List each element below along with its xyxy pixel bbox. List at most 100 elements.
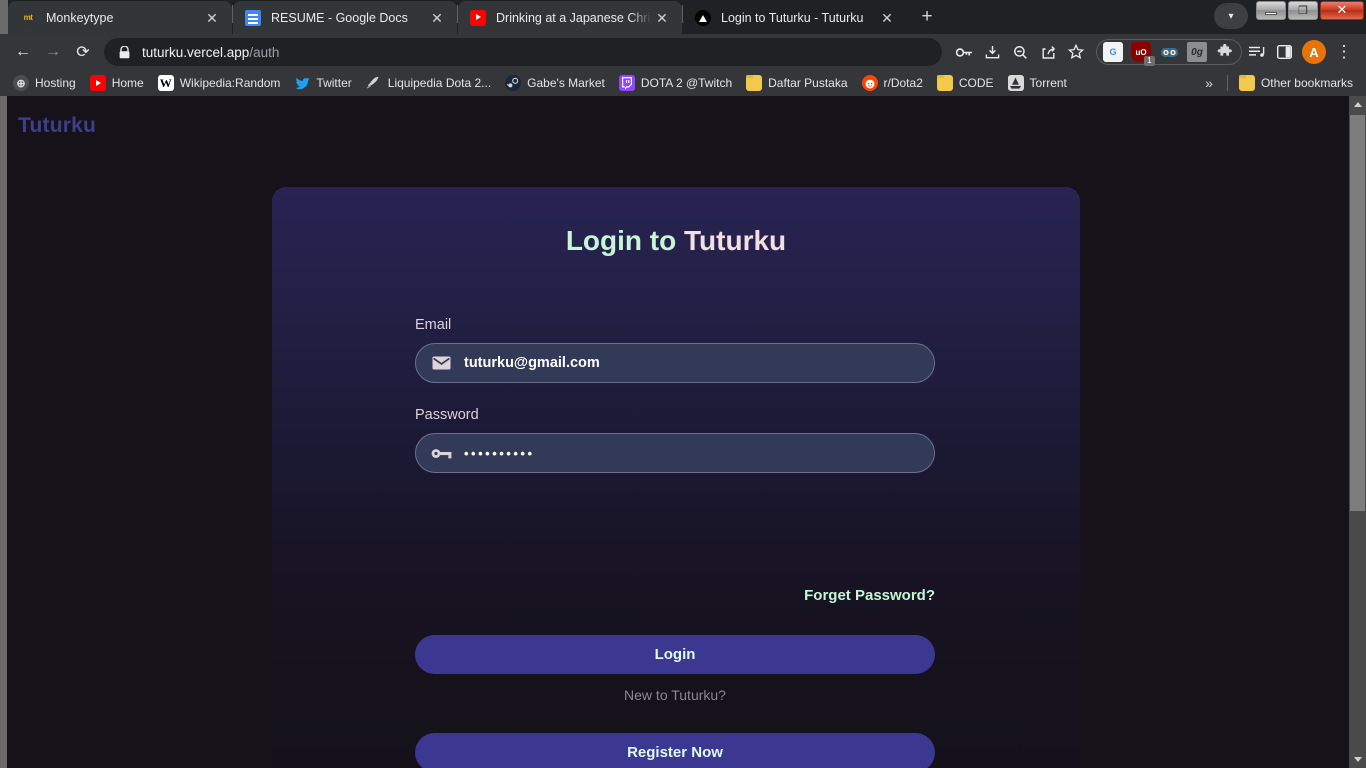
restore-icon: ❐ [1298,4,1308,17]
page-scrollbar[interactable] [1349,96,1366,768]
page-logo[interactable]: Tuturku [18,114,96,138]
address-bar[interactable]: tuturku.vercel.app/auth [104,38,942,66]
profile-avatar[interactable]: A [1302,40,1326,64]
share-icon[interactable] [1034,38,1062,66]
url-host: tuturku.vercel.app [142,44,250,60]
bookmark-home[interactable]: Home [83,72,151,94]
folder-icon [936,75,953,91]
bookmark-liquipedia-dota-2[interactable]: Liquipedia Dota 2... [359,72,498,94]
steam-icon [505,75,522,91]
register-now-button[interactable]: Register Now [415,733,935,768]
login-button[interactable]: Login [415,635,935,674]
0g-extension-icon[interactable]: 0g [1187,42,1207,62]
email-value: tuturku@gmail.com [464,355,600,371]
close-icon: ✕ [1336,3,1348,18]
bookmark-hosting[interactable]: ⊕ Hosting [6,72,83,94]
tab-title: Drinking at a Japanese Christmas [496,10,652,25]
bookmark-star-icon[interactable] [1062,38,1090,66]
password-label: Password [415,407,479,423]
password-field-group: Password •••••••••• [415,407,935,473]
page-title-part2: Tuturku [684,225,787,256]
google-docs-icon [245,9,261,26]
password-input[interactable]: •••••••••• [415,433,935,473]
extensions-group: G uO 1 0g [1096,39,1242,66]
bookmark-gabes-market[interactable]: Gabe's Market [498,72,612,94]
ublock-origin-extension-icon[interactable]: uO 1 [1131,42,1155,66]
window-left-border-lower [0,96,7,768]
tab-close-button[interactable]: ✕ [427,8,447,28]
browser-toolbar: ← → ⟳ tuturku.vercel.app/auth G uO 1 0g … [0,34,1366,70]
reddit-icon [861,75,878,91]
lock-icon [116,45,132,59]
bookmark-wikipedia-random[interactable]: W Wikipedia:Random [151,72,288,94]
tab-close-button[interactable]: ✕ [877,8,897,28]
reading-list-icon[interactable] [1242,38,1270,66]
bookmark-label: Hosting [35,76,76,90]
folder-icon [746,75,763,91]
minimize-button[interactable] [1256,1,1286,20]
restore-button[interactable]: ❐ [1288,1,1318,20]
tab-monkeytype[interactable]: mt Monkeytype ✕ [8,1,232,34]
bookmark-label: Wikipedia:Random [179,76,281,90]
zoom-search-icon[interactable] [1006,38,1034,66]
browser-menu-icon[interactable]: ⋮ [1330,38,1358,66]
scrollbar-down-arrow[interactable] [1349,751,1366,768]
extensions-puzzle-icon[interactable] [1215,42,1235,62]
forget-password-link[interactable]: Forget Password? [415,587,935,604]
torrent-icon [1007,75,1024,91]
window-left-border [0,0,8,34]
envelope-icon [430,356,452,370]
scrollbar-up-arrow[interactable] [1349,96,1366,113]
liquipedia-icon [366,75,382,91]
bookmark-torrent[interactable]: Torrent [1001,72,1074,94]
reload-button[interactable]: ⟳ [68,37,98,67]
url-path: /auth [249,44,280,60]
forward-button[interactable]: → [38,37,68,67]
page-title: Login to Tuturku [272,225,1080,257]
toolbar-icons: G uO 1 0g A ⋮ [950,38,1358,66]
tab-search-chevron-down-icon[interactable]: ▾ [1214,3,1248,29]
bookmark-other-bookmarks[interactable]: Other bookmarks [1232,72,1360,94]
new-tab-button[interactable]: + [913,3,941,31]
tab-title: Monkeytype [46,10,114,25]
scrollbar-thumb[interactable] [1350,115,1365,511]
tab-resume-google-docs[interactable]: RESUME - Google Docs ✕ [233,1,457,34]
youtube-icon [89,75,106,91]
bookmark-code[interactable]: CODE [930,72,1001,94]
robot-extension-icon[interactable] [1159,42,1179,62]
password-key-icon[interactable] [950,38,978,66]
tab-login-to-tuturku[interactable]: Login to Tuturku - Tuturku ✕ [683,1,907,34]
bookmark-dota-2-twitch[interactable]: DOTA 2 @Twitch [612,72,739,94]
tab-drinking-japanese-christmas[interactable]: Drinking at a Japanese Christmas ✕ [458,1,682,34]
email-field-group: Email tuturku@gmail.com [415,317,935,383]
key-icon [430,447,452,460]
side-panel-icon[interactable] [1270,38,1298,66]
tab-title: RESUME - Google Docs [271,10,408,25]
twitch-icon [618,75,635,91]
bookmark-twitter[interactable]: Twitter [287,72,358,94]
bookmark-label: Liquipedia Dota 2... [387,76,492,90]
close-button[interactable]: ✕ [1320,1,1364,20]
back-button[interactable]: ← [8,37,38,67]
page-title-part1: Login to [565,225,685,256]
vercel-icon [695,9,711,26]
email-input[interactable]: tuturku@gmail.com [415,343,935,383]
new-to-tuturku-text: New to Tuturku? [624,687,726,703]
tab-close-button[interactable]: ✕ [652,8,672,28]
page-viewport: Tuturku Login to Tuturku Email tuturku@g… [0,96,1366,768]
login-card: Login to Tuturku Email tuturku@gmail.com [272,187,1080,768]
bookmark-label: DOTA 2 @Twitch [640,76,733,90]
bookmarks-overflow-button[interactable]: » [1195,75,1223,91]
bookmark-daftar-pustaka[interactable]: Daftar Pustaka [739,72,854,94]
bookmark-r-dota2[interactable]: r/Dota2 [855,72,930,94]
bookmark-label: Daftar Pustaka [768,76,848,90]
bookmarks-divider [1226,75,1228,91]
install-app-icon[interactable] [978,38,1006,66]
globe-icon: ⊕ [13,75,29,91]
google-translate-extension-icon[interactable]: G [1103,42,1123,62]
password-value: •••••••••• [464,445,535,461]
folder-icon [1238,75,1255,91]
tab-close-button[interactable]: ✕ [202,8,222,28]
window-controls: ❐ ✕ [1256,1,1364,20]
wikipedia-icon: W [157,75,174,91]
